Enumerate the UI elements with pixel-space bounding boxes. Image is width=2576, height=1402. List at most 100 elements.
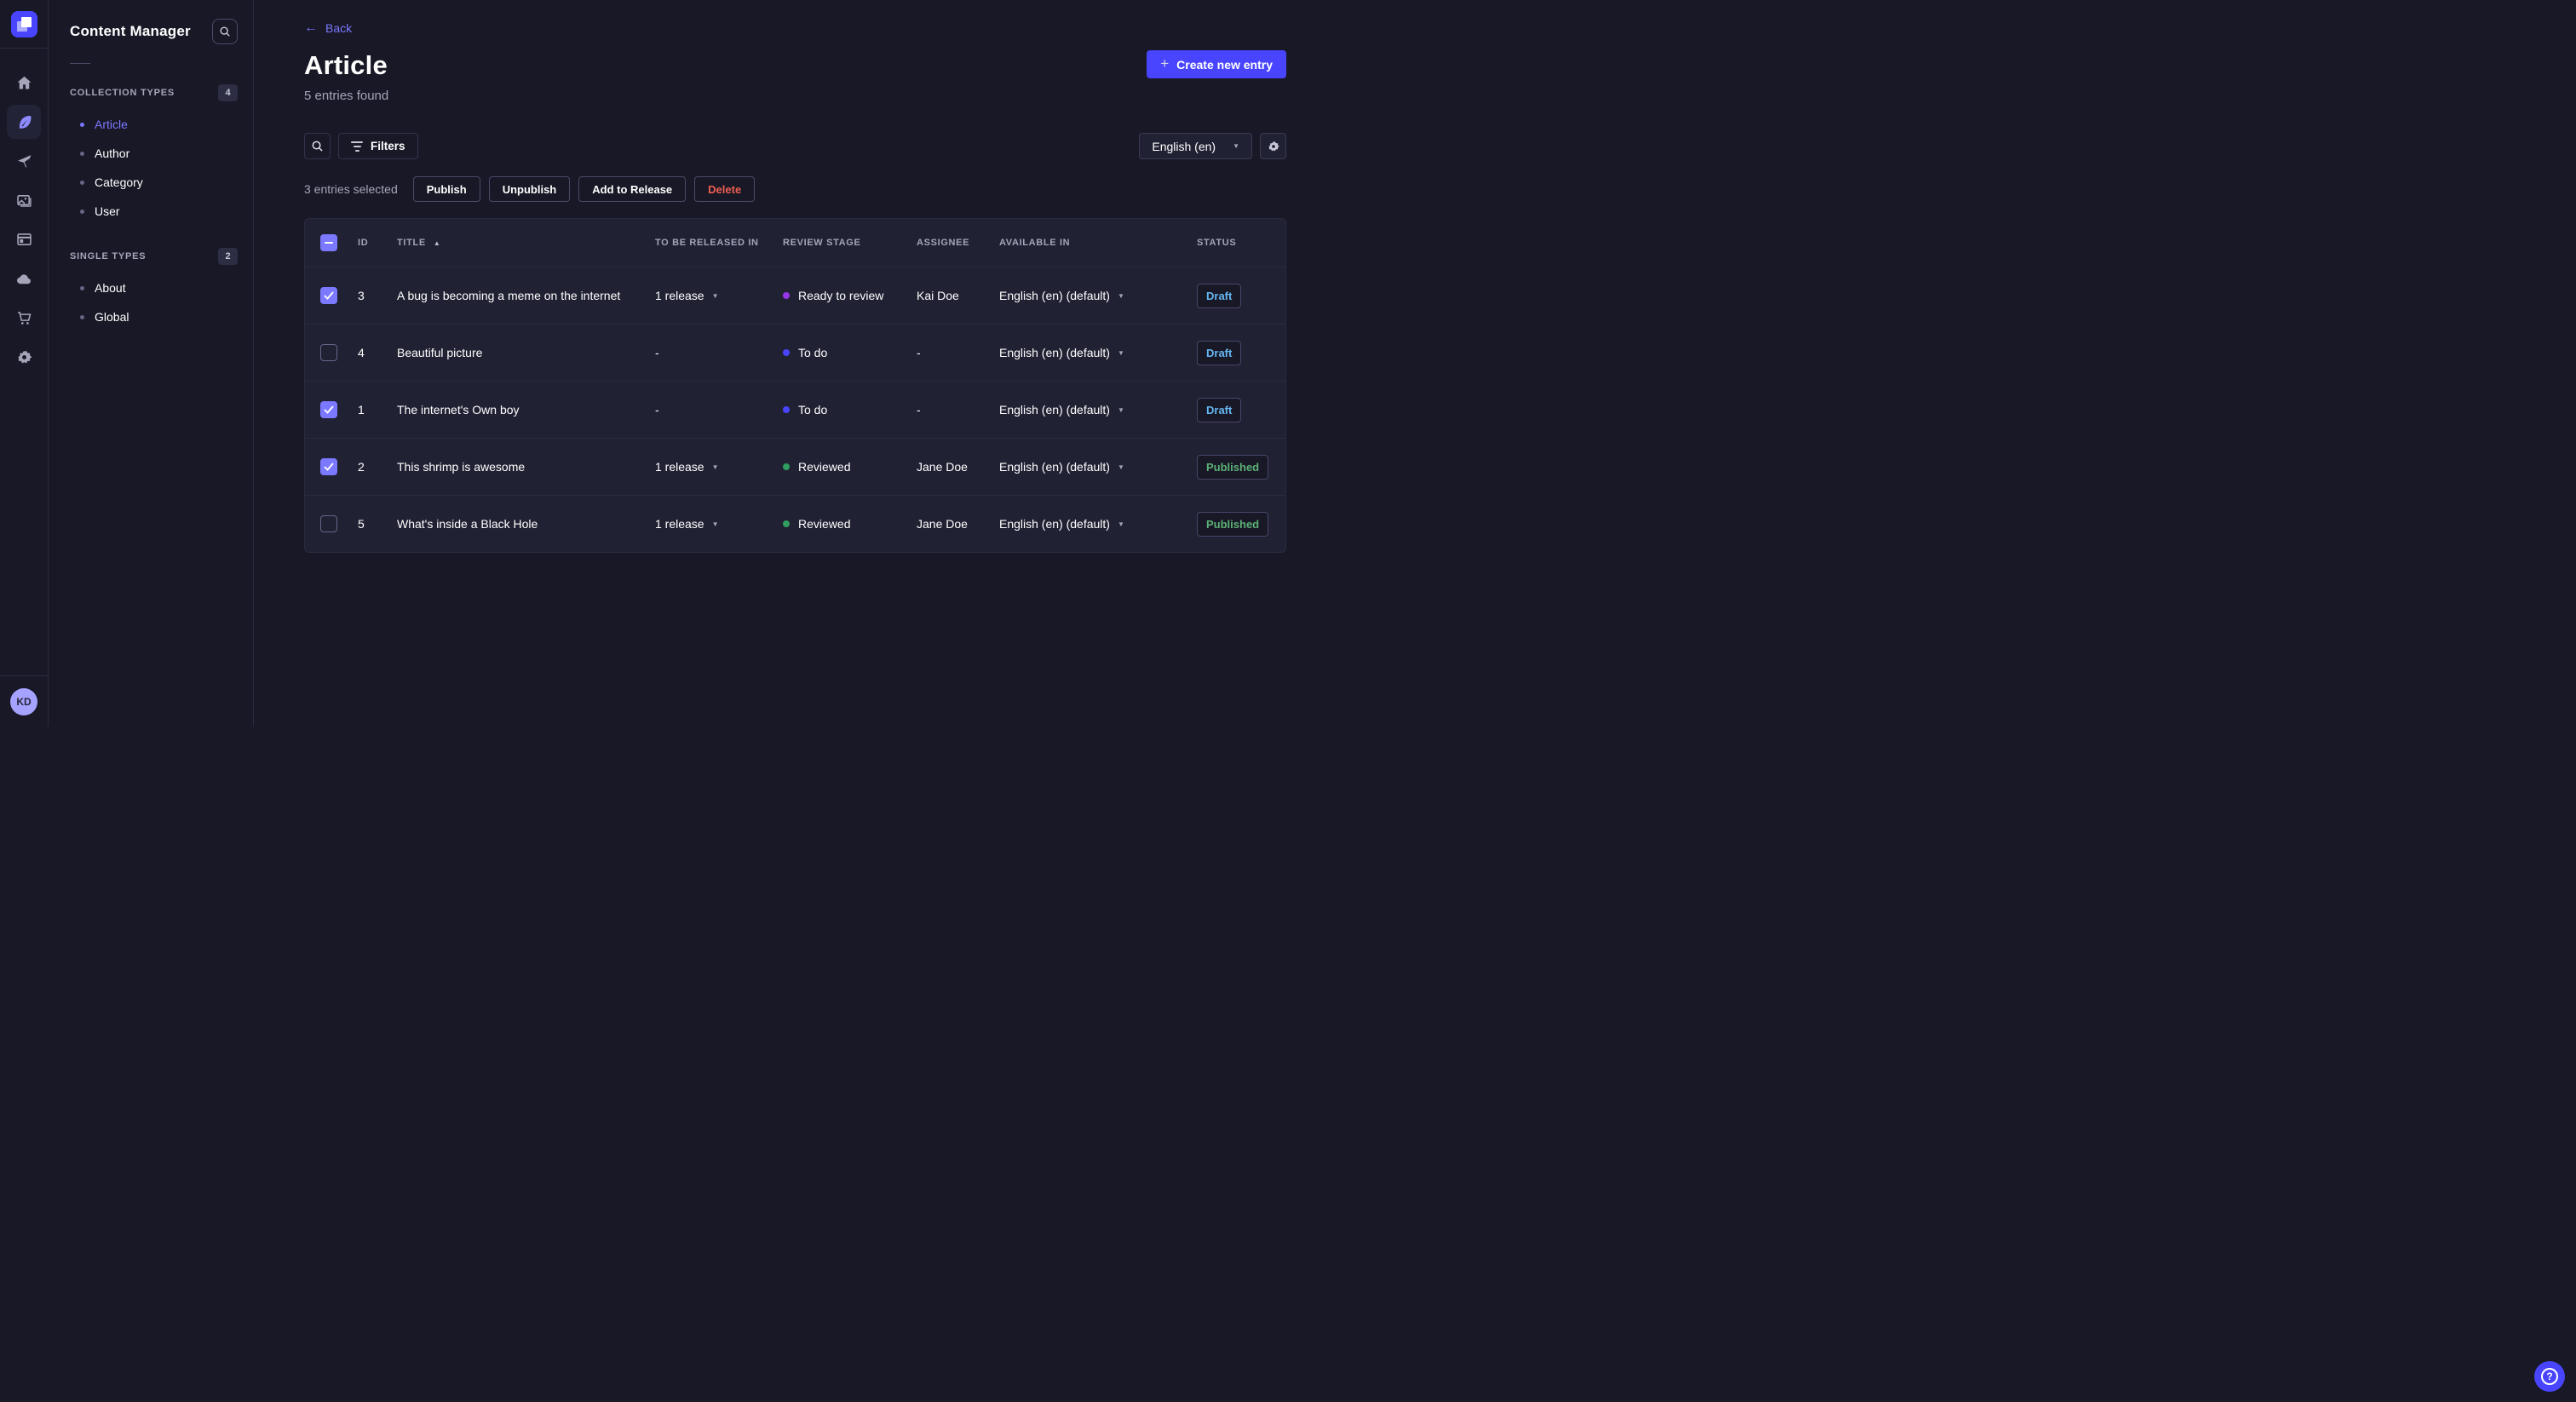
content-type-builder-icon[interactable] bbox=[14, 229, 34, 250]
publish-button[interactable]: Publish bbox=[412, 176, 480, 202]
strapi-logo[interactable] bbox=[0, 0, 49, 49]
selected-count-text: 3 entries selected bbox=[304, 182, 398, 196]
row-locale[interactable]: English (en) (default) ▼ bbox=[999, 289, 1197, 302]
table-row[interactable]: 1 The internet's Own boy - To do - Engli… bbox=[305, 381, 1285, 438]
status-badge: Published bbox=[1197, 511, 1269, 537]
filter-icon bbox=[351, 141, 363, 152]
add-to-release-button[interactable]: Add to Release bbox=[578, 176, 687, 202]
bullet-icon bbox=[80, 122, 84, 127]
sidebar-item-label: About bbox=[95, 281, 126, 295]
sidebar-item-label: Author bbox=[95, 147, 130, 160]
table-row[interactable]: 5 What's inside a Black Hole 1 release ▼ … bbox=[305, 495, 1285, 552]
sidebar-search-button[interactable] bbox=[212, 19, 238, 44]
user-avatar[interactable]: KD bbox=[10, 687, 37, 715]
sidebar-item-label: Category bbox=[95, 175, 143, 189]
entries-table: ID TITLE ▲ TO BE RELEASED IN REVIEW STAGE… bbox=[304, 218, 1286, 553]
bullet-icon bbox=[80, 151, 84, 156]
section-count-badge: 4 bbox=[218, 84, 238, 101]
row-release[interactable]: 1 release ▼ bbox=[655, 517, 783, 531]
marketplace-icon[interactable] bbox=[14, 307, 34, 328]
column-header-stage[interactable]: REVIEW STAGE bbox=[783, 238, 917, 248]
row-checkbox[interactable] bbox=[320, 344, 337, 361]
stage-dot-icon bbox=[783, 349, 790, 356]
row-release: - bbox=[655, 403, 659, 417]
create-new-entry-button[interactable]: + Create new entry bbox=[1147, 50, 1286, 78]
releases-icon[interactable] bbox=[14, 151, 34, 171]
table-row[interactable]: 4 Beautiful picture - To do - English (e… bbox=[305, 324, 1285, 381]
home-icon[interactable] bbox=[14, 72, 34, 93]
sidebar-item-label: Global bbox=[95, 310, 129, 324]
help-button[interactable]: ? bbox=[2534, 1361, 2565, 1392]
chevron-down-icon: ▼ bbox=[1117, 405, 1124, 414]
table-header-row: ID TITLE ▲ TO BE RELEASED IN REVIEW STAGE… bbox=[305, 219, 1285, 267]
column-header-assignee[interactable]: ASSIGNEE bbox=[917, 238, 999, 248]
row-release: - bbox=[655, 346, 659, 359]
sidebar-item-user[interactable]: User bbox=[70, 197, 253, 226]
sidebar-item-author[interactable]: Author bbox=[70, 139, 253, 168]
question-mark-icon: ? bbox=[2541, 1368, 2558, 1385]
back-arrow-icon: ← bbox=[304, 20, 318, 35]
section-label: COLLECTION TYPES bbox=[70, 88, 175, 98]
row-release[interactable]: 1 release ▼ bbox=[655, 460, 783, 474]
column-header-status[interactable]: STATUS bbox=[1197, 238, 1285, 248]
select-all-checkbox[interactable] bbox=[320, 234, 337, 251]
sidebar-item-category[interactable]: Category bbox=[70, 168, 253, 197]
bullet-icon bbox=[80, 180, 84, 185]
table-row[interactable]: 2 This shrimp is awesome 1 release ▼ Revi… bbox=[305, 438, 1285, 495]
row-locale[interactable]: English (en) (default) ▼ bbox=[999, 346, 1197, 359]
row-title: What's inside a Black Hole bbox=[397, 517, 538, 531]
row-assignee: Kai Doe bbox=[917, 289, 959, 302]
filters-button[interactable]: Filters bbox=[338, 133, 418, 159]
chevron-down-icon: ▼ bbox=[1117, 348, 1124, 357]
row-title: Beautiful picture bbox=[397, 346, 483, 359]
strapi-logo-icon bbox=[10, 10, 37, 37]
row-checkbox[interactable] bbox=[320, 515, 337, 532]
row-checkbox[interactable] bbox=[320, 287, 337, 304]
search-button[interactable] bbox=[304, 133, 331, 159]
stage-dot-icon bbox=[783, 520, 790, 527]
divider bbox=[70, 63, 90, 64]
row-title: The internet's Own boy bbox=[397, 403, 520, 417]
column-header-released[interactable]: TO BE RELEASED IN bbox=[655, 238, 783, 248]
page-title: Article bbox=[304, 50, 388, 80]
section-count-badge: 2 bbox=[218, 248, 238, 265]
row-assignee: - bbox=[917, 346, 921, 359]
row-title: This shrimp is awesome bbox=[397, 460, 526, 474]
main-content: ← Back Article 5 entries found + Create … bbox=[254, 0, 1336, 727]
filters-label: Filters bbox=[371, 140, 405, 152]
gear-icon bbox=[1268, 141, 1279, 151]
media-library-icon[interactable] bbox=[14, 190, 34, 210]
sidebar-item-label: Article bbox=[95, 118, 128, 131]
row-review-stage: Reviewed bbox=[783, 460, 917, 474]
stage-dot-icon bbox=[783, 406, 790, 413]
unpublish-button[interactable]: Unpublish bbox=[488, 176, 571, 202]
table-row[interactable]: 3 A bug is becoming a meme on the intern… bbox=[305, 267, 1285, 324]
back-label: Back bbox=[325, 21, 353, 35]
chevron-down-icon: ▼ bbox=[711, 463, 719, 471]
row-locale[interactable]: English (en) (default) ▼ bbox=[999, 517, 1197, 531]
entries-count: 5 entries found bbox=[304, 89, 389, 103]
search-icon bbox=[220, 26, 230, 37]
row-checkbox[interactable] bbox=[320, 458, 337, 475]
column-header-id[interactable]: ID bbox=[358, 238, 397, 248]
sidebar-item-article[interactable]: Article bbox=[70, 110, 274, 139]
delete-button[interactable]: Delete bbox=[694, 176, 756, 202]
sidebar-item-about[interactable]: About bbox=[70, 273, 253, 302]
row-review-stage: Ready to review bbox=[783, 289, 917, 302]
content-manager-icon[interactable] bbox=[7, 105, 41, 139]
bullet-icon bbox=[80, 209, 84, 214]
row-review-stage: To do bbox=[783, 403, 917, 417]
back-link[interactable]: ← Back bbox=[304, 20, 353, 36]
settings-icon[interactable] bbox=[14, 347, 34, 367]
row-locale[interactable]: English (en) (default) ▼ bbox=[999, 460, 1197, 474]
column-header-available[interactable]: AVAILABLE IN bbox=[999, 238, 1197, 248]
locale-select[interactable]: English (en) ▼ bbox=[1139, 133, 1252, 159]
chevron-down-icon: ▼ bbox=[1117, 520, 1124, 528]
column-header-title[interactable]: TITLE ▲ bbox=[397, 238, 655, 248]
view-settings-button[interactable] bbox=[1260, 133, 1286, 159]
row-checkbox[interactable] bbox=[320, 401, 337, 418]
row-locale[interactable]: English (en) (default) ▼ bbox=[999, 403, 1197, 417]
sidebar-item-global[interactable]: Global bbox=[70, 302, 253, 331]
row-release[interactable]: 1 release ▼ bbox=[655, 289, 783, 302]
cloud-icon[interactable] bbox=[14, 268, 34, 289]
